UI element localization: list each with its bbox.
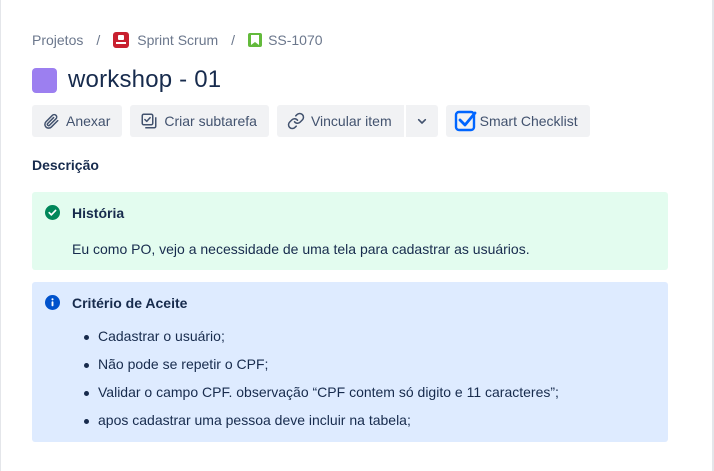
breadcrumb-project-label: Sprint Scrum: [137, 32, 219, 48]
list-item-text: apos cadastrar uma pessoa deve incluir n…: [98, 412, 411, 428]
list-item: Validar o campo CPF. observação “CPF con…: [72, 384, 652, 412]
acceptance-criteria-title: Critério de Aceite: [72, 295, 188, 311]
issue-view: Projetos / Sprint Scrum / SS-1070 worksh…: [0, 0, 714, 471]
story-bookmark-icon: [248, 33, 263, 47]
breadcrumb-separator: /: [231, 32, 236, 48]
breadcrumb-project-link[interactable]: Sprint Scrum: [113, 32, 218, 48]
breadcrumb-separator: /: [96, 32, 101, 48]
attach-button-label: Anexar: [66, 113, 111, 129]
create-subtask-button[interactable]: Criar subtarefa: [130, 105, 269, 137]
smart-checklist-button[interactable]: Smart Checklist: [445, 105, 590, 137]
acceptance-criteria-panel[interactable]: Critério de Aceite Cadastrar o usuário; …: [32, 282, 668, 442]
link-item-button-label: Vincular item: [310, 113, 392, 129]
story-panel-title: História: [72, 205, 125, 221]
create-subtask-button-label: Criar subtarefa: [164, 113, 257, 129]
smart-checklist-button-label: Smart Checklist: [479, 113, 578, 129]
bullet: [84, 419, 89, 424]
link-item-group: Vincular item: [276, 105, 438, 137]
bullet: [84, 363, 89, 368]
breadcrumb-issue-key: SS-1070: [268, 32, 323, 48]
description-label: Descrição: [32, 157, 99, 173]
list-item-text: Validar o campo CPF. observação “CPF con…: [98, 384, 559, 400]
acceptance-criteria-list: Cadastrar o usuário; Não pode se repetir…: [72, 328, 652, 440]
info-circle-icon: [45, 295, 60, 310]
bullet: [84, 335, 89, 340]
issue-title[interactable]: workshop - 01: [68, 66, 221, 94]
attach-button[interactable]: Anexar: [32, 105, 123, 137]
checkbox-checked-icon: [454, 110, 477, 132]
story-panel[interactable]: História Eu como PO, vejo a necessidade …: [32, 192, 668, 270]
chevron-down-icon: [417, 118, 426, 124]
check-circle-icon: [45, 205, 60, 220]
list-item: Não pode se repetir o CPF;: [72, 356, 652, 384]
bullet: [84, 391, 89, 396]
subtask-icon: [141, 113, 157, 129]
breadcrumb: Projetos / Sprint Scrum / SS-1070: [32, 29, 323, 51]
list-item: Cadastrar o usuário;: [72, 328, 652, 356]
story-panel-text: Eu como PO, vejo a necessidade de uma te…: [72, 241, 530, 257]
link-icon: [287, 112, 305, 130]
issue-header: workshop - 01: [32, 64, 221, 96]
issue-type-icon[interactable]: [32, 67, 57, 93]
paperclip-icon: [44, 113, 59, 129]
list-item-text: Cadastrar o usuário;: [98, 328, 225, 344]
breadcrumb-issue-link[interactable]: SS-1070: [248, 32, 323, 48]
breadcrumb-projects-link[interactable]: Projetos: [32, 32, 83, 48]
list-item: apos cadastrar uma pessoa deve incluir n…: [72, 412, 652, 440]
issue-toolbar: Anexar Criar subtarefa Vincular item Sma…: [32, 105, 598, 137]
list-item-text: Não pode se repetir o CPF;: [98, 356, 269, 372]
link-item-more-button[interactable]: [405, 105, 438, 137]
project-avatar-icon: [113, 32, 130, 48]
link-item-button[interactable]: Vincular item: [276, 105, 404, 137]
